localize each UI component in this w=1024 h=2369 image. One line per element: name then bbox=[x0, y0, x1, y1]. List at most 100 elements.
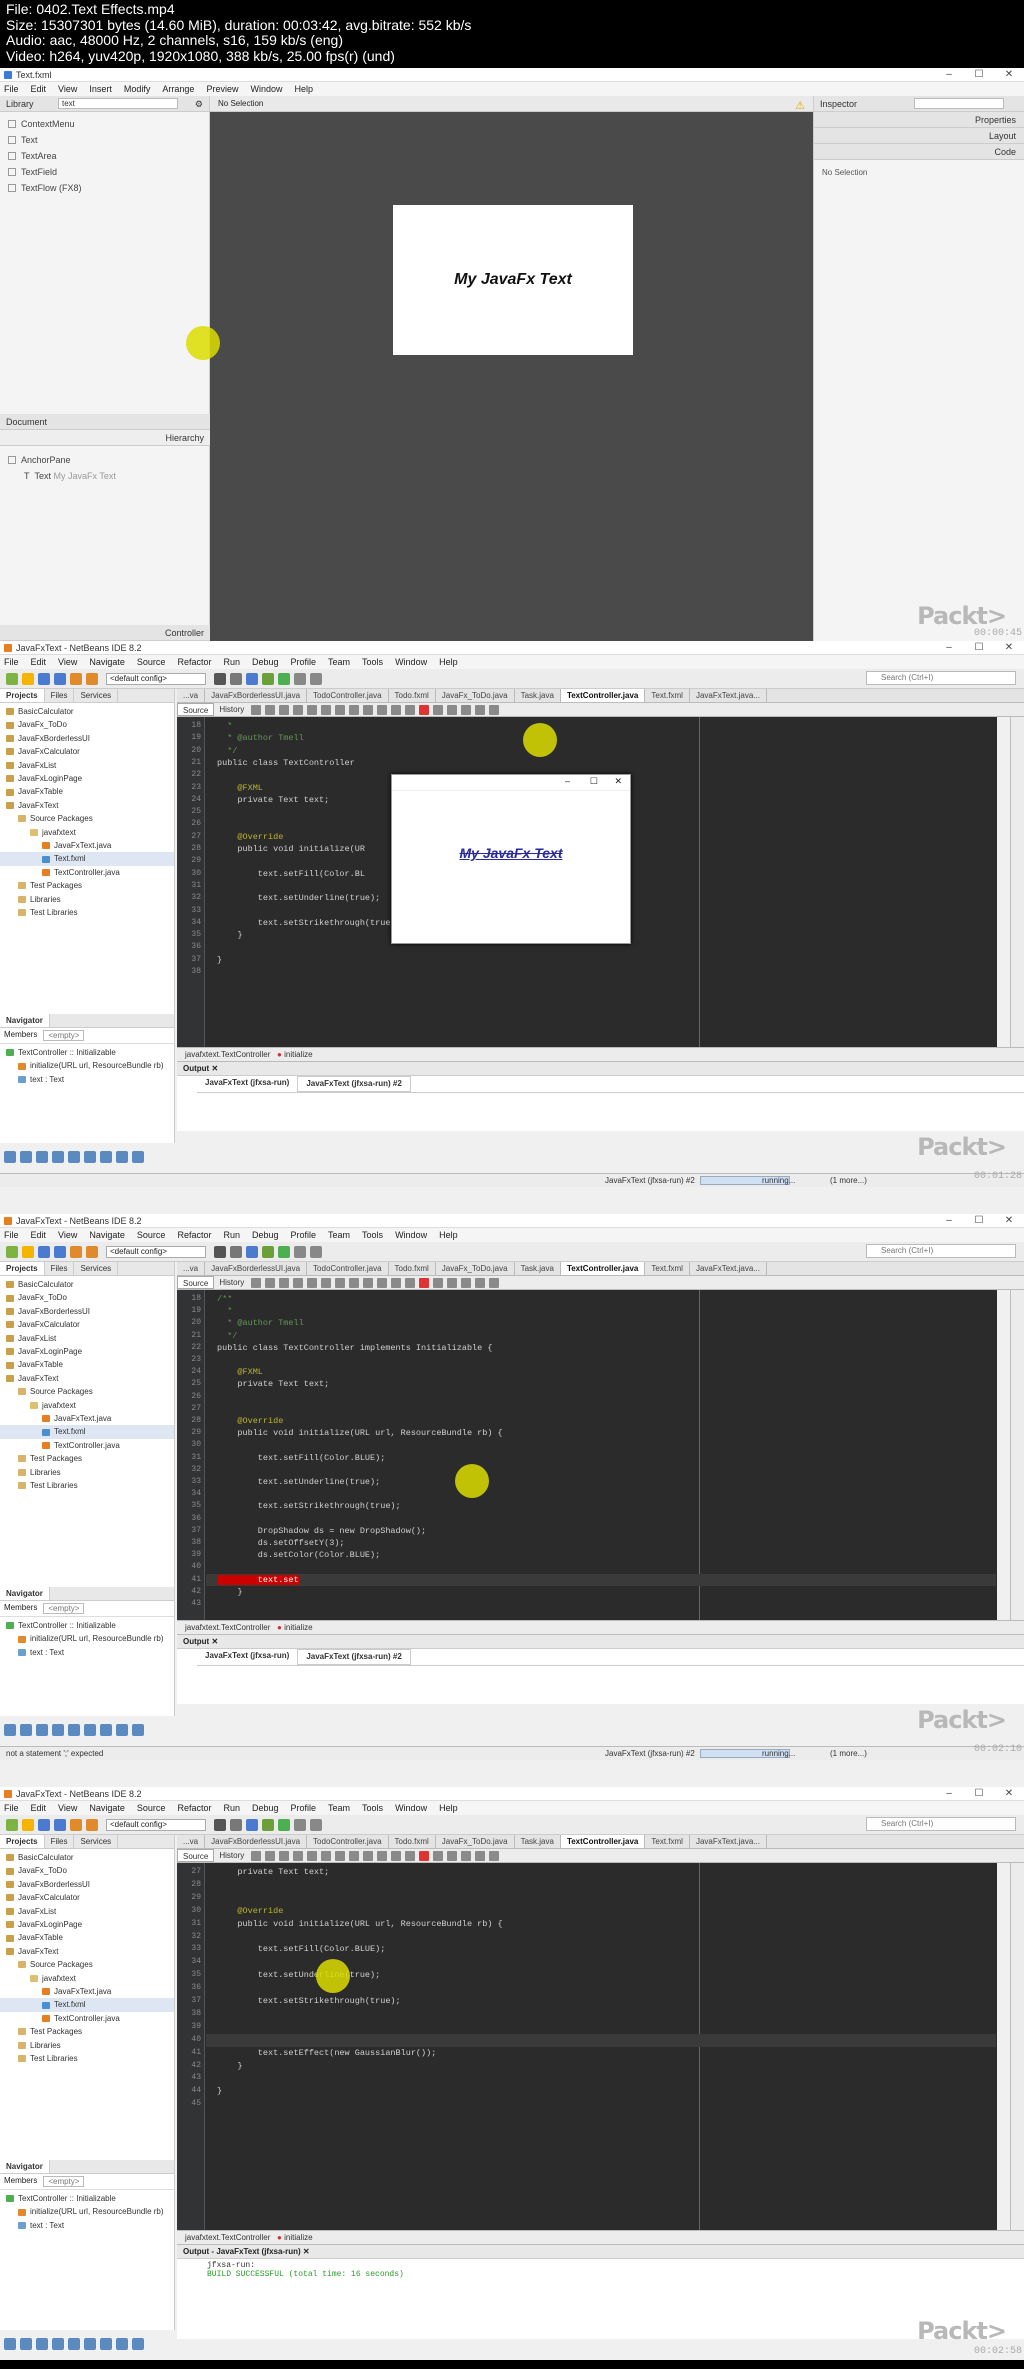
editor-tool-icon[interactable] bbox=[489, 1851, 500, 1861]
editor-tab[interactable]: JavaFx_ToDo.java bbox=[436, 1835, 515, 1848]
toolbar-icon[interactable] bbox=[246, 1245, 258, 1258]
menu-item[interactable]: Help bbox=[294, 82, 313, 96]
menu-item[interactable]: Edit bbox=[31, 655, 47, 669]
output-run-tab[interactable]: JavaFxText (jfxsa-run) #2 bbox=[297, 1649, 411, 1665]
editor-tab[interactable]: ...va bbox=[177, 1262, 206, 1275]
maximize-button[interactable]: ☐ bbox=[964, 641, 994, 655]
source-tab[interactable]: Source bbox=[177, 1849, 215, 1862]
menu-item[interactable]: Run bbox=[223, 655, 240, 669]
toolbar-icon[interactable] bbox=[214, 672, 226, 685]
history-tab[interactable]: History bbox=[214, 703, 249, 716]
output-run-tab[interactable]: JavaFxText (jfxsa-run) bbox=[197, 1649, 297, 1665]
navigator-item[interactable]: text : Text bbox=[0, 2219, 174, 2232]
project-tree-item[interactable]: Test Packages bbox=[0, 2025, 174, 2038]
editor-tool-icon[interactable] bbox=[363, 705, 374, 715]
project-tree-item[interactable]: BasicCalculator bbox=[0, 1851, 174, 1864]
editor-tool-icon[interactable] bbox=[321, 1278, 332, 1288]
filter-icon[interactable] bbox=[4, 1724, 16, 1736]
menu-item[interactable]: Refactor bbox=[177, 1801, 211, 1815]
editor-tool-icon[interactable] bbox=[405, 1851, 416, 1861]
toolbar-icon[interactable] bbox=[54, 672, 66, 685]
editor-tab[interactable]: Task.java bbox=[515, 689, 561, 702]
menu-item[interactable]: Source bbox=[137, 1801, 166, 1815]
toolbar-icon[interactable] bbox=[310, 1818, 322, 1831]
breadcrumb-class[interactable]: javafxtext.TextController bbox=[185, 2233, 270, 2242]
filter-icon[interactable] bbox=[52, 1151, 64, 1163]
filter-icon[interactable] bbox=[68, 1151, 80, 1163]
close-button[interactable]: ✕ bbox=[994, 1214, 1024, 1228]
editor-tool-icon[interactable] bbox=[307, 1851, 318, 1861]
breadcrumb-method[interactable]: initialize bbox=[284, 1050, 312, 1059]
project-tree-item[interactable]: JavaFxText.java bbox=[0, 839, 174, 852]
menu-item[interactable]: Team bbox=[328, 1228, 350, 1242]
navigator-item[interactable]: TextController :: Initializable bbox=[0, 2192, 174, 2205]
menu-item[interactable]: Insert bbox=[89, 82, 112, 96]
project-tree-item[interactable]: JavaFxText bbox=[0, 1372, 174, 1385]
menu-item[interactable]: Debug bbox=[252, 655, 279, 669]
panel-tab[interactable]: Files bbox=[45, 689, 75, 702]
breadcrumb-method[interactable]: initialize bbox=[284, 2233, 312, 2242]
project-tree-item[interactable]: javafxtext bbox=[0, 1972, 174, 1985]
library-search-input[interactable]: text bbox=[58, 98, 178, 109]
editor-tab[interactable]: TodoController.java bbox=[307, 689, 389, 702]
library-item[interactable]: TextField bbox=[0, 164, 209, 180]
editor-tab[interactable]: JavaFxBorderlessUI.java bbox=[205, 1835, 308, 1848]
filter-icon[interactable] bbox=[100, 1724, 112, 1736]
menu-item[interactable]: Window bbox=[395, 1801, 427, 1815]
editor-tool-icon[interactable] bbox=[321, 705, 332, 715]
output-run-tab[interactable]: JavaFxText (jfxsa-run) bbox=[197, 1076, 297, 1092]
menu-item[interactable]: Preview bbox=[206, 82, 238, 96]
project-tree-item[interactable]: javafxtext bbox=[0, 826, 174, 839]
menu-item[interactable]: File bbox=[4, 1228, 19, 1242]
editor-tool-icon[interactable] bbox=[461, 1851, 472, 1861]
section-properties[interactable]: Properties bbox=[814, 112, 1024, 128]
project-tree-item[interactable]: TextController.java bbox=[0, 1439, 174, 1452]
editor-tab[interactable]: Todo.fxml bbox=[389, 1835, 436, 1848]
toolbar-icon[interactable] bbox=[6, 1818, 18, 1831]
editor-tab[interactable]: JavaFx_ToDo.java bbox=[436, 1262, 515, 1275]
menu-item[interactable]: File bbox=[4, 82, 19, 96]
maximize-button[interactable]: ☐ bbox=[964, 68, 994, 82]
panel-tab[interactable]: Services bbox=[74, 689, 119, 702]
project-tree-item[interactable]: Libraries bbox=[0, 1466, 174, 1479]
filter-icon[interactable] bbox=[84, 1724, 96, 1736]
menu-item[interactable]: Modify bbox=[124, 82, 151, 96]
editor-tab[interactable]: JavaFxText.java... bbox=[690, 1835, 767, 1848]
editor-tool-icon[interactable] bbox=[321, 1851, 332, 1861]
toolbar-icon[interactable] bbox=[54, 1818, 66, 1831]
editor-tab[interactable]: Text.fxml bbox=[645, 1835, 690, 1848]
maximize-button[interactable]: ☐ bbox=[964, 1787, 994, 1801]
editor-tool-icon[interactable] bbox=[349, 705, 360, 715]
filter-icon[interactable] bbox=[36, 2338, 48, 2350]
project-tree-item[interactable]: JavaFx_ToDo bbox=[0, 1291, 174, 1304]
editor-tool-icon[interactable] bbox=[405, 705, 416, 715]
project-tree-item[interactable]: JavaFxLoginPage bbox=[0, 1918, 174, 1931]
toolbar-icon[interactable] bbox=[6, 1245, 18, 1258]
config-select[interactable]: <default config> bbox=[106, 672, 206, 685]
filter-icon[interactable] bbox=[68, 2338, 80, 2350]
editor-scrollbar[interactable] bbox=[1010, 1290, 1024, 1620]
toolbar-icon[interactable] bbox=[278, 672, 290, 685]
editor-tool-icon[interactable] bbox=[433, 1278, 444, 1288]
menu-item[interactable]: Refactor bbox=[177, 1228, 211, 1242]
filter-icon[interactable] bbox=[36, 1724, 48, 1736]
toolbar-icon[interactable] bbox=[278, 1818, 290, 1831]
project-tree-item[interactable]: JavaFxLoginPage bbox=[0, 1345, 174, 1358]
navigator-item[interactable]: initialize(URL url, ResourceBundle rb) bbox=[0, 1059, 174, 1072]
editor-tool-icon[interactable] bbox=[419, 1278, 430, 1288]
filter-icon[interactable] bbox=[116, 2338, 128, 2350]
filter-icon[interactable] bbox=[132, 1151, 144, 1163]
navigator-item[interactable]: TextController :: Initializable bbox=[0, 1046, 174, 1059]
breadcrumb-class[interactable]: javafxtext.TextController bbox=[185, 1050, 270, 1059]
editor-tool-icon[interactable] bbox=[335, 705, 346, 715]
project-tree-item[interactable]: JavaFxText.java bbox=[0, 1985, 174, 1998]
toolbar-icon[interactable] bbox=[38, 1818, 50, 1831]
filter-icon[interactable] bbox=[52, 1724, 64, 1736]
library-item[interactable]: TextFlow (FX8) bbox=[0, 180, 209, 196]
project-tree-item[interactable]: JavaFxLoginPage bbox=[0, 772, 174, 785]
toolbar-icon[interactable] bbox=[214, 1245, 226, 1258]
close-button[interactable]: ✕ bbox=[994, 1787, 1024, 1801]
panel-tab[interactable]: Projects bbox=[0, 689, 45, 702]
editor-tab[interactable]: Todo.fxml bbox=[389, 1262, 436, 1275]
toolbar-icon[interactable] bbox=[278, 1245, 290, 1258]
